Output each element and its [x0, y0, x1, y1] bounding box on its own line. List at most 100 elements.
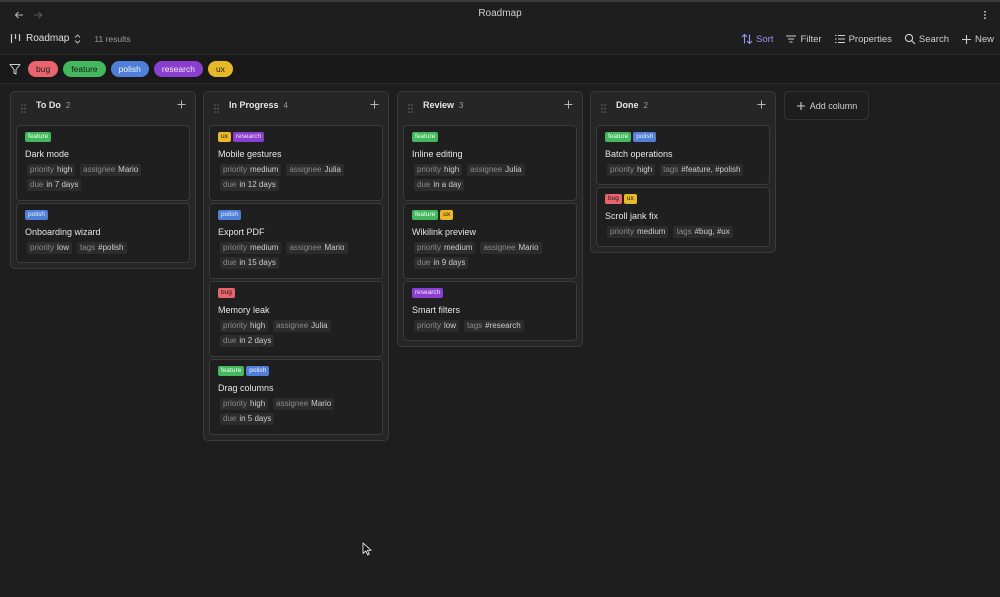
kanban-card[interactable]: feature ux Wikilink preview priority medium a…: [403, 203, 577, 279]
card-properties: priority high assignee Mario: [27, 164, 142, 176]
property-tags: tags #polish: [77, 242, 127, 254]
card-properties: due in 5 days: [220, 413, 275, 425]
filter-chip-ux[interactable]: ux: [207, 61, 233, 77]
property-value: high: [57, 165, 73, 174]
card-title: Onboarding wizard: [25, 227, 101, 237]
add-column-button[interactable]: Add column: [784, 91, 869, 120]
property-value: medium: [250, 243, 279, 252]
filter-chip-research[interactable]: research: [153, 61, 203, 77]
card-title: Mobile gestures: [218, 149, 282, 159]
property-due: due in 12 days: [220, 179, 279, 191]
title-bar: Roadmap: [0, 2, 1000, 28]
column-drag-handle[interactable]: [214, 100, 219, 118]
property-value: #feature, #polish: [681, 165, 741, 174]
kanban-card[interactable]: research Smart filters priority low tags #res…: [403, 281, 577, 341]
card-tags: bug ux: [605, 194, 637, 204]
add-card-button[interactable]: [562, 98, 574, 110]
property-value: Mario: [118, 165, 139, 174]
property-value: in 2 days: [239, 336, 272, 345]
property-priority: priority high: [607, 164, 656, 176]
property-priority: priority medium: [607, 226, 669, 238]
card-properties: due in 12 days: [220, 179, 279, 191]
card-properties: priority high assignee Julia: [220, 320, 331, 332]
kanban-card[interactable]: bug Memory leak priority high assignee Julia d…: [209, 281, 383, 357]
filter-chip-bug[interactable]: bug: [28, 61, 59, 77]
more-options-button[interactable]: [976, 6, 994, 24]
property-key: due: [417, 180, 431, 189]
tag-feature: feature: [25, 132, 52, 142]
filter-chip-polish[interactable]: polish: [110, 61, 149, 77]
tag-ux: ux: [440, 210, 454, 220]
tag-feature: feature: [412, 210, 439, 220]
kanban-card[interactable]: feature polish Drag columns priority high ass…: [209, 359, 383, 435]
new-button[interactable]: New: [961, 34, 994, 45]
tag-feature: feature: [218, 366, 245, 376]
view-selector[interactable]: Roadmap 11 results: [10, 33, 131, 44]
column-count: 2: [643, 101, 648, 110]
kanban-card[interactable]: bug ux Scroll jank fix priority medium tags #b…: [596, 187, 770, 247]
kanban-card[interactable]: feature Dark mode priority high assignee Mari…: [16, 125, 190, 201]
column-header: In Progress 4: [204, 92, 388, 118]
property-key: due: [223, 258, 237, 267]
property-assignee: assignee Julia: [273, 320, 331, 332]
kanban-card[interactable]: polish Export PDF priority medium assignee Ma…: [209, 203, 383, 279]
sort-button[interactable]: Sort: [741, 33, 773, 45]
properties-button[interactable]: Properties: [834, 33, 892, 45]
drag-handle-icon: [214, 104, 219, 113]
card-title: Batch operations: [605, 149, 673, 159]
property-priority: priority high: [220, 320, 269, 332]
property-assignee: assignee Julia: [286, 164, 344, 176]
property-value: #polish: [98, 243, 124, 252]
property-value: low: [57, 243, 70, 252]
property-key: priority: [223, 321, 248, 330]
drag-handle-icon: [601, 104, 606, 113]
column-title-text: In Progress: [229, 100, 279, 110]
card-properties: due in 15 days: [220, 257, 279, 269]
property-priority: priority high: [220, 398, 269, 410]
sort-icon: [741, 33, 753, 45]
kanban-card[interactable]: feature polish Batch operations priority hig…: [596, 125, 770, 185]
add-card-button[interactable]: [368, 98, 380, 110]
view-name: Roadmap: [26, 33, 70, 44]
column-in-progress: In Progress 4 ux research Mobile gestures pri…: [203, 91, 389, 441]
add-card-button[interactable]: [175, 98, 187, 110]
card-properties: priority medium assignee Mario: [414, 242, 542, 254]
filter-chip-feature[interactable]: feature: [63, 61, 106, 77]
property-assignee: assignee Julia: [467, 164, 525, 176]
tag-research: research: [232, 132, 265, 142]
property-key: assignee: [483, 243, 516, 252]
toolbar: Roadmap 11 results Sort Filter Propertie…: [0, 28, 1000, 54]
column-drag-handle[interactable]: [601, 100, 606, 118]
card-properties: priority high assignee Mario: [220, 398, 335, 410]
filter-toggle[interactable]: [9, 62, 21, 80]
filter-button[interactable]: Filter: [785, 33, 822, 45]
property-key: assignee: [470, 165, 503, 174]
plus-icon: [564, 100, 572, 108]
kanban-card[interactable]: polish Onboarding wizard priority low tags #p…: [16, 203, 190, 263]
kanban-card[interactable]: ux research Mobile gestures priority medium a…: [209, 125, 383, 201]
property-priority: priority medium: [220, 164, 282, 176]
property-tags: tags #bug, #ux: [673, 226, 733, 238]
add-card-button[interactable]: [755, 98, 767, 110]
column-title: Done 2: [616, 100, 648, 110]
column-drag-handle[interactable]: [21, 100, 26, 118]
property-value: high: [250, 399, 266, 408]
card-tags: feature: [412, 132, 439, 142]
card-properties: priority medium assignee Mario: [220, 242, 348, 254]
column-title-text: To Do: [36, 100, 61, 110]
property-key: assignee: [276, 321, 309, 330]
sort-label: Sort: [756, 33, 774, 45]
property-value: in 7 days: [46, 180, 79, 189]
property-key: priority: [610, 165, 635, 174]
property-priority: priority low: [414, 320, 460, 332]
property-priority: priority high: [27, 164, 76, 176]
search-icon: [904, 33, 916, 45]
kanban-card[interactable]: feature Inline editing priority high assigne…: [403, 125, 577, 201]
search-button[interactable]: Search: [904, 33, 949, 45]
property-assignee: assignee Mario: [286, 242, 348, 254]
tag-feature: feature: [605, 132, 632, 142]
property-value: medium: [250, 165, 279, 174]
column-drag-handle[interactable]: [408, 100, 413, 118]
card-properties: priority low tags #research: [414, 320, 524, 332]
window-title: Roadmap: [478, 8, 522, 19]
